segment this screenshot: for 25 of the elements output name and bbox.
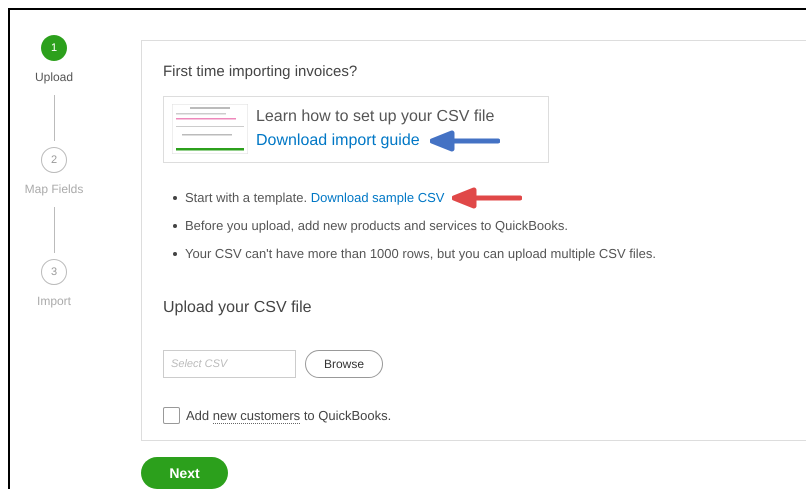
section-title: First time importing invoices?	[163, 62, 358, 82]
bullet-icon	[173, 224, 177, 228]
step-label: Import	[36, 293, 72, 310]
file-field[interactable]: Select CSV	[163, 350, 296, 378]
step-label: Map Fields	[24, 181, 84, 198]
tip-text: Start with a template. Download sample CSV	[185, 189, 444, 208]
next-button[interactable]: Next	[141, 457, 228, 489]
tip-text: Your CSV can't have more than 1000 rows, but you can upload multiple CSV files.	[185, 245, 656, 264]
step-number: 3	[41, 259, 67, 285]
browse-button[interactable]: Browse	[305, 350, 383, 378]
step-number: 1	[41, 35, 67, 61]
tip-text: Before you upload, add new products and services to QuickBooks.	[185, 217, 568, 236]
bullet-icon	[173, 252, 177, 256]
arrow-icon	[430, 130, 500, 152]
bullet-icon	[173, 196, 177, 200]
step-number: 2	[41, 147, 67, 173]
guide-text: Learn how to set up your CSV file	[256, 107, 496, 127]
step-label: Upload	[34, 69, 74, 86]
checkbox[interactable]	[163, 406, 180, 424]
arrow-icon	[452, 187, 522, 209]
customers-link[interactable]: new customers	[212, 408, 300, 424]
sample-link[interactable]: Download sample CSV	[310, 190, 444, 206]
guide-link[interactable]: Download import guide	[256, 129, 420, 153]
section-title: Upload your CSV file	[163, 298, 313, 318]
checkbox-label: Add new customers to QuickBooks.	[186, 406, 392, 425]
